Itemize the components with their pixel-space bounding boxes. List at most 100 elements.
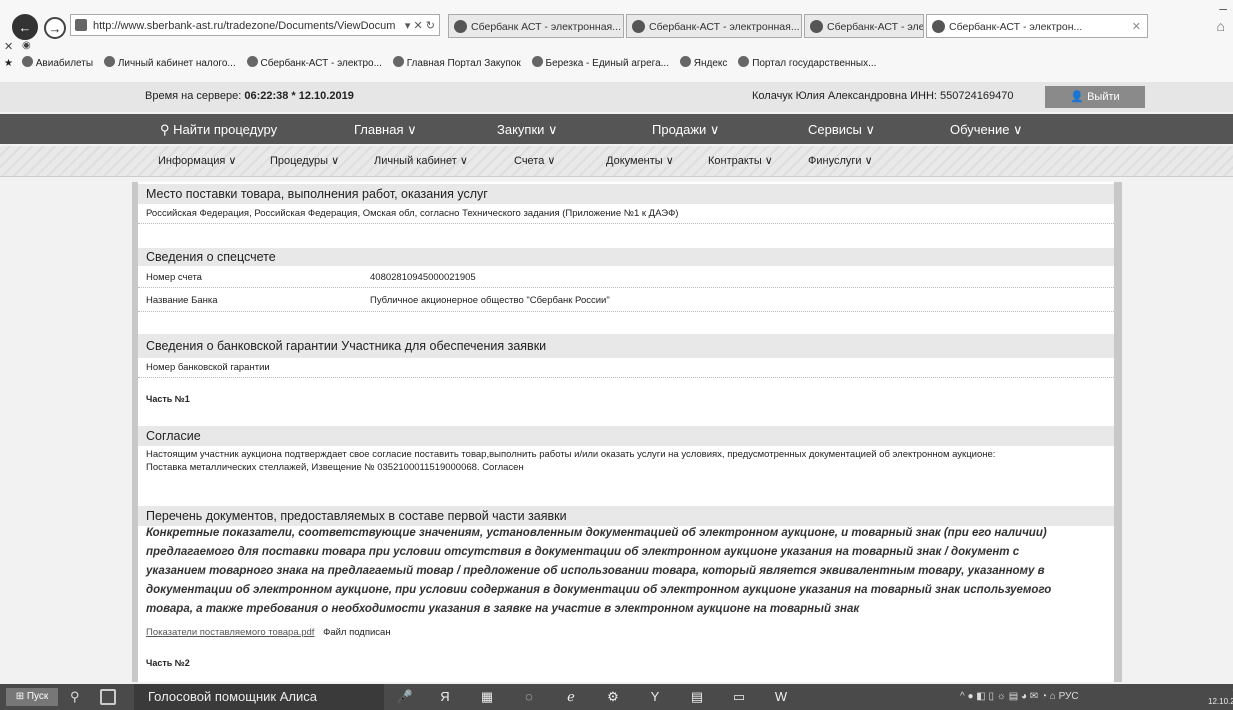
tab-label: Сбербанк-АСТ - электрон...	[949, 21, 1083, 33]
favorite-label: Березка - Единый агрега...	[545, 58, 669, 69]
favorite-item[interactable]: Портал государственных...	[738, 52, 876, 76]
tab-label: Сбербанк АСТ - электронная...	[471, 21, 621, 33]
part1-label: Часть №1	[146, 394, 190, 404]
system-tray[interactable]: ^ ● ◧ ▯ ☼ ▤ ◕ ✉ ◔ ⌂ РУС	[960, 691, 1079, 702]
subnav-finservices[interactable]: Финуслуги ∨	[808, 154, 873, 167]
main-nav: ⚲ Найти процедуру Главная ∨ Закупки ∨ Пр…	[0, 114, 1233, 144]
favorite-label: Яндекс	[693, 58, 728, 69]
favorite-label: Авиабилеты	[35, 58, 94, 69]
nav-main[interactable]: Главная ∨	[354, 122, 417, 138]
subnav-accounts[interactable]: Счета ∨	[514, 154, 555, 167]
row-value: Публичное акционерное общество "Сбербанк…	[370, 295, 610, 306]
subnav-contracts[interactable]: Контракты ∨	[708, 154, 773, 167]
favorite-item[interactable]: Авиабилеты	[21, 52, 94, 76]
back-button[interactable]: ←	[12, 14, 38, 40]
server-time: Время на сервере: 06:22:38 * 12.10.2019	[145, 90, 354, 102]
sub-nav: Информация ∨ Процедуры ∨ Личный кабинет …	[0, 146, 1233, 177]
page-icon	[75, 19, 87, 31]
row-label: Номер счета	[146, 272, 202, 283]
bank-name-row: Название Банка Публичное акционерное общ…	[138, 290, 1114, 312]
tab-label: Сбербанк-АСТ - электронная...	[827, 21, 924, 33]
address-bar[interactable]: http://www.sberbank-ast.ru/tradezone/Doc…	[70, 14, 440, 36]
account-number-row: Номер счета 40802810945000021905	[138, 268, 1114, 288]
tab-2[interactable]: Сбербанк-АСТ - электронная...	[626, 14, 802, 38]
consent-line: Настоящим участник аукциона подтверждает…	[146, 449, 996, 460]
user-icon: 👤	[1070, 91, 1085, 103]
favorite-item[interactable]: Яндекс	[679, 52, 728, 76]
sberbank-favicon-icon	[454, 20, 467, 33]
forward-button[interactable]: →	[44, 17, 66, 39]
yandex-icon[interactable]: Y	[646, 688, 664, 706]
internet-explorer-icon[interactable]: ℯ	[562, 688, 580, 706]
nav-sales[interactable]: Продажи ∨	[652, 122, 719, 138]
section-title-consent: Согласие	[138, 426, 1114, 446]
nav-learning[interactable]: Обучение ∨	[950, 122, 1023, 138]
section-title-special-account: Сведения о спецсчете	[138, 248, 1114, 266]
mail-icon[interactable]: ▤	[688, 688, 706, 706]
favorite-item[interactable]: Березка - Единый агрега...	[531, 52, 669, 76]
subnav-procedures[interactable]: Процедуры ∨	[270, 154, 339, 167]
sberbank-favicon-icon	[810, 20, 823, 33]
tax-icon	[103, 56, 115, 67]
consent-line: Поставка металлических стеллажей, Извеще…	[146, 462, 524, 473]
yandex-browser-icon[interactable]: Я	[436, 688, 454, 706]
description-line: документации об электронном аукционе, пр…	[146, 584, 1052, 596]
tab-4-active[interactable]: Сбербанк-АСТ - электрон... ✕	[926, 14, 1148, 38]
consent-text: Настоящим участник аукциона подтверждает…	[138, 448, 1114, 476]
user-info: Колачук Юлия Александровна ИНН: 55072416…	[752, 90, 1014, 102]
nav-services[interactable]: Сервисы ∨	[808, 122, 875, 138]
nav-find-procedure[interactable]: ⚲ Найти процедуру	[160, 122, 277, 138]
delivery-text: Российская Федерация, Российская Федерац…	[138, 204, 1114, 224]
settings-icon[interactable]: ⚙	[604, 688, 622, 706]
document-file-row: Показатели поставляемого товара.pdf Файл…	[138, 624, 1114, 642]
row-value: 40802810945000021905	[370, 272, 476, 283]
section-title-documents: Перечень документов, предоставляемых в с…	[138, 506, 1114, 526]
folder-icon[interactable]: ▭	[730, 688, 748, 706]
description-line: товара, а также требования о необходимос…	[146, 603, 860, 615]
clock[interactable]: 9:22 12.10.2019	[1208, 687, 1233, 707]
app-icon[interactable]: ◌	[520, 688, 538, 706]
subnav-info[interactable]: Информация ∨	[158, 154, 236, 167]
assistant-search-box[interactable]: Голосовой помощник Алиса	[134, 684, 384, 710]
word-icon[interactable]: W	[772, 688, 790, 706]
file-manager-icon[interactable]: ▦	[478, 688, 496, 706]
document-content: Место поставки товара, выполнения работ,…	[132, 182, 1122, 682]
minimize-icon[interactable]: –	[1219, 0, 1227, 16]
sberbank-favicon-icon	[246, 56, 258, 67]
favorite-label: Личный кабинет налого...	[117, 58, 236, 69]
favorites-bar: ★ Авиабилеты Личный кабинет налого... Сб…	[0, 52, 1233, 76]
site-top-bar: Время на сервере: 06:22:38 * 12.10.2019 …	[0, 82, 1233, 112]
search-icon[interactable]: ⚲	[70, 689, 80, 705]
server-time-value: 06:22:38 * 12.10.2019	[244, 90, 354, 102]
subnav-cabinet[interactable]: Личный кабинет ∨	[374, 154, 468, 167]
gosuslugi-icon	[738, 56, 750, 67]
tab-1[interactable]: Сбербанк АСТ - электронная...	[448, 14, 624, 38]
favorites-star-icon[interactable]: ★	[4, 58, 13, 69]
clock-date: 12.10.2019	[1208, 697, 1233, 706]
task-view-icon[interactable]	[100, 689, 116, 705]
tab-label: Сбербанк-АСТ - электронная...	[649, 21, 800, 33]
sberbank-favicon-icon	[932, 20, 945, 33]
logout-button[interactable]: 👤 Выйти	[1045, 86, 1145, 108]
part2-label: Часть №2	[146, 658, 190, 668]
microphone-icon[interactable]: 🎤	[396, 688, 414, 706]
subnav-documents[interactable]: Документы ∨	[606, 154, 674, 167]
nav-label: Найти процедуру	[173, 122, 278, 137]
address-controls[interactable]: ▾ ✕ ↻	[405, 15, 435, 35]
row-label: Название Банка	[146, 295, 218, 306]
favorite-item[interactable]: Личный кабинет налого...	[103, 52, 236, 76]
document-file-link[interactable]: Показатели поставляемого товара.pdf	[146, 627, 314, 638]
description-line: предлагаемого для поставки товара при ус…	[146, 546, 1020, 558]
start-button[interactable]: ⊞ Пуск	[6, 688, 58, 706]
clock-time: 9:22	[1208, 687, 1233, 697]
nav-purchases[interactable]: Закупки ∨	[497, 122, 558, 138]
tab-3[interactable]: Сбербанк-АСТ - электронная...	[804, 14, 924, 38]
close-tab-icon[interactable]: ✕	[1132, 15, 1141, 37]
home-icon[interactable]: ⌂	[1217, 18, 1225, 34]
windows-icon: ⊞	[15, 691, 25, 702]
favorite-item[interactable]: Сбербанк-АСТ - электро...	[246, 52, 382, 76]
pin-icon[interactable]: ◉	[22, 40, 31, 51]
berezka-icon	[531, 56, 543, 67]
favorite-item[interactable]: Главная Портал Закупок	[392, 52, 521, 76]
browser-chrome: ← → http://www.sberbank-ast.ru/tradezone…	[0, 0, 1233, 83]
